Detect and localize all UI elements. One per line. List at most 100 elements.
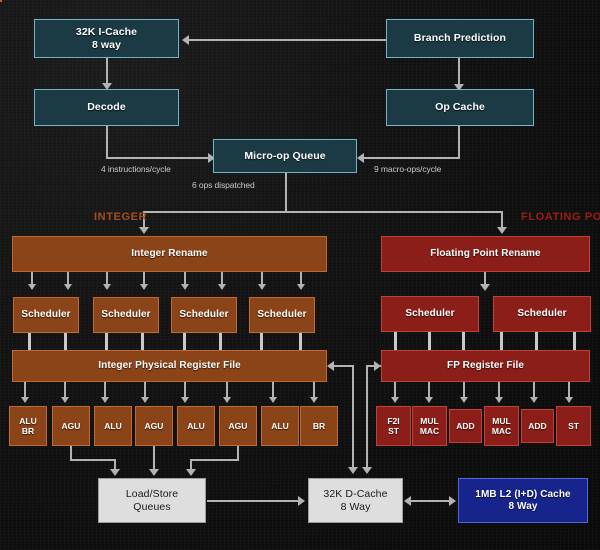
integer-eu-4-line1: AGU: [144, 420, 164, 431]
block-integer-scheduler-4[interactable]: Scheduler: [249, 297, 315, 333]
block-float-scheduler-1[interactable]: Scheduler: [381, 296, 479, 332]
integer-eu-2-line1: AGU: [61, 420, 81, 431]
arrowhead-int-sched-4a: [258, 284, 266, 290]
integer-eu-3-line1: ALU: [104, 420, 122, 431]
arrowhead-bus-to-fprf: [374, 361, 381, 371]
arrowhead-fp-eu-2: [425, 397, 433, 403]
block-integer-scheduler-2[interactable]: Scheduler: [93, 297, 159, 333]
float-eu-4-line2: MAC: [491, 426, 512, 436]
arrowhead-dispatch-to-float: [497, 227, 507, 234]
connector-intprf-bus: [334, 365, 354, 367]
caption-integer: INTEGER: [94, 211, 148, 223]
connector-agu1-right: [70, 459, 116, 461]
integer-eu-1-line1: ALU: [19, 415, 37, 426]
connector-icache-to-decode: [106, 57, 108, 85]
arrowhead-int-sched-3b: [218, 284, 226, 290]
arrowhead-lsq-to-dcache: [298, 496, 305, 506]
float-register-file-label: FP Register File: [447, 360, 524, 372]
block-integer-rename[interactable]: Integer Rename: [12, 236, 327, 272]
block-icache[interactable]: 32K I-Cache 8 way: [34, 19, 179, 58]
connector-int-sched3-prf-b: [219, 332, 222, 350]
block-float-eu-4[interactable]: MUL MAC: [484, 406, 519, 446]
arrowhead-agu2-lsq: [149, 469, 159, 476]
integer-scheduler-2-label: Scheduler: [101, 309, 151, 321]
arrowhead-l2-to-dcache: [404, 496, 411, 506]
integer-scheduler-group: Scheduler Scheduler Scheduler Scheduler: [0, 0, 315, 333]
integer-scheduler-4-label: Scheduler: [257, 309, 307, 321]
block-float-eu-2[interactable]: MUL MAC: [412, 406, 447, 446]
block-integer-register-file[interactable]: Integer Physical Register File: [12, 350, 327, 382]
block-float-eu-6[interactable]: ST: [556, 406, 591, 446]
arrowhead-int-sched-2b: [140, 284, 148, 290]
integer-eu-7-line1: ALU: [271, 420, 289, 431]
float-rename-label: Floating Point Rename: [430, 248, 541, 260]
block-float-scheduler-2[interactable]: Scheduler: [493, 296, 591, 332]
l2-cache-line2: 8 Way: [508, 500, 538, 512]
block-float-register-file[interactable]: FP Register File: [381, 350, 590, 382]
arrowhead-int-eu-1: [21, 397, 29, 403]
icache-line1: 32K I-Cache: [75, 26, 138, 39]
op-cache-label: Op Cache: [435, 101, 485, 114]
arrowhead-bp-to-icache: [182, 35, 189, 45]
connector-int-sched1-prf-b: [64, 332, 67, 350]
connector-decode-to-uopqueue: [106, 157, 210, 159]
arrowhead-fp-eu-1: [391, 397, 399, 403]
block-float-eu-1[interactable]: F2I ST: [376, 406, 411, 446]
block-float-rename[interactable]: Floating Point Rename: [381, 236, 590, 272]
connector-fp-sched2-rf-c: [573, 332, 576, 350]
block-integer-scheduler-3[interactable]: Scheduler: [171, 297, 237, 333]
micro-op-queue-label: Micro-op Queue: [244, 149, 326, 162]
float-eu-2-line1: MUL: [420, 415, 439, 426]
dcache-line1: 32K D-Cache: [323, 488, 388, 501]
connector-fp-sched2-rf-b: [535, 332, 538, 350]
block-integer-eu-1[interactable]: ALU BR: [9, 406, 47, 446]
connector-bp-to-opcache: [458, 57, 460, 87]
arrowhead-int-eu-2: [61, 397, 69, 403]
connector-agu3-down: [237, 446, 239, 460]
block-integer-eu-5[interactable]: ALU: [177, 406, 215, 446]
block-integer-scheduler-1[interactable]: Scheduler: [13, 297, 79, 333]
arrowhead-fp-eu-5: [530, 397, 538, 403]
block-l2-cache[interactable]: 1MB L2 (I+D) Cache 8 Way: [458, 478, 588, 523]
arrowhead-int-eu-7: [269, 397, 277, 403]
integer-eu-6-line1: AGU: [228, 420, 248, 431]
float-eu-6-line1: ST: [568, 420, 579, 431]
integer-scheduler-3-label: Scheduler: [179, 309, 229, 321]
block-micro-op-queue[interactable]: Micro-op Queue: [213, 139, 357, 173]
l2-cache-line1: 1MB L2 (I+D) Cache: [475, 488, 571, 500]
connector-fp-sched1-rf-c: [462, 332, 465, 350]
block-load-store-queues[interactable]: Load/Store Queues: [98, 478, 206, 523]
arrowhead-int-eu-3: [101, 397, 109, 403]
block-dcache[interactable]: 32K D-Cache 8 Way: [308, 478, 403, 523]
block-decode[interactable]: Decode: [34, 89, 179, 126]
block-float-eu-3[interactable]: ADD: [449, 409, 482, 443]
connector-int-sched1-prf-a: [28, 332, 31, 350]
annotation-decode-rate: 4 instructions/cycle: [101, 164, 171, 174]
float-eu-2-line2: MAC: [419, 426, 440, 436]
block-integer-eu-6[interactable]: AGU: [219, 406, 257, 446]
block-float-eu-5[interactable]: ADD: [521, 409, 554, 443]
annotation-dispatch-rate: 6 ops dispatched: [192, 180, 255, 190]
arrowhead-int-sched-2a: [103, 284, 111, 290]
connector-fp-sched1-rf-b: [428, 332, 431, 350]
icache-line2: 8 way: [91, 38, 122, 51]
block-integer-eu-8[interactable]: BR: [300, 406, 338, 446]
arrowhead-int-eu-8: [310, 397, 318, 403]
annotation-op-cache-rate: 9 macro-ops/cycle: [374, 164, 442, 174]
block-integer-eu-2[interactable]: AGU: [52, 406, 90, 446]
integer-eu-5-line1: ALU: [187, 420, 205, 431]
connector-int-sched4-prf-a: [260, 332, 263, 350]
connector-fp-sched2-rf-a: [500, 332, 503, 350]
integer-rename-label: Integer Rename: [131, 248, 208, 260]
connector-dispatch-bus: [143, 211, 503, 213]
arrowhead-fp-eu-4: [495, 397, 503, 403]
block-integer-eu-3[interactable]: ALU: [94, 406, 132, 446]
block-integer-eu-4[interactable]: AGU: [135, 406, 173, 446]
arrowhead-bus-left-dcache: [348, 467, 358, 474]
integer-register-file-label: Integer Physical Register File: [98, 360, 241, 372]
float-eu-5-line1: ADD: [528, 420, 547, 431]
block-branch-prediction[interactable]: Branch Prediction: [386, 19, 534, 58]
connector-int-sched3-prf-a: [183, 332, 186, 350]
block-integer-eu-7[interactable]: ALU: [261, 406, 299, 446]
block-op-cache[interactable]: Op Cache: [386, 89, 534, 126]
